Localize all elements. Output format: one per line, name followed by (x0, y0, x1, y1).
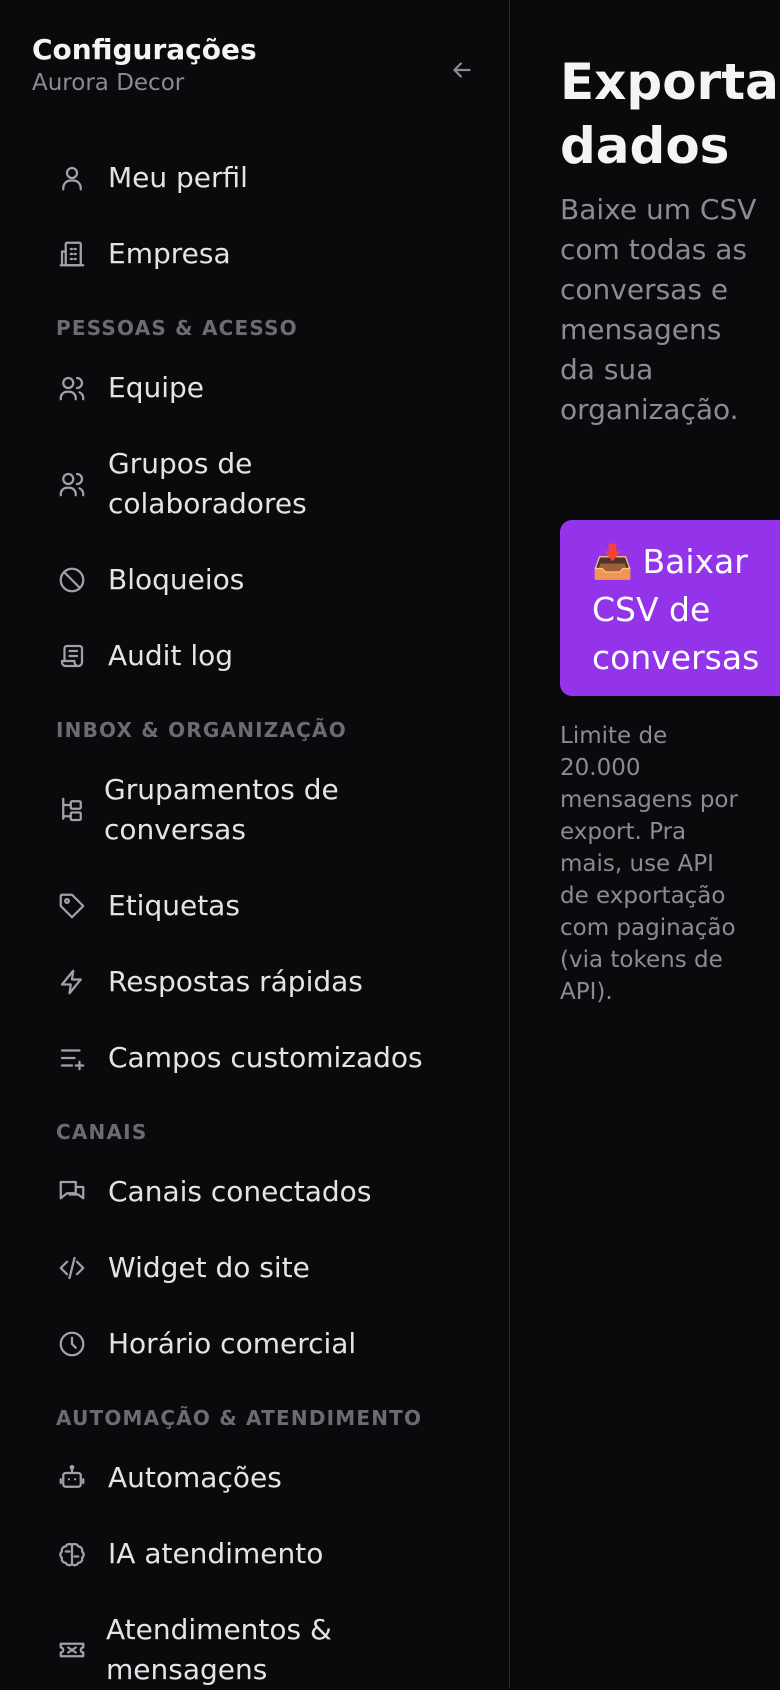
code-icon (56, 1252, 88, 1284)
download-csv-label-line3: conversas (592, 638, 760, 677)
page-title-line1: Exportar (560, 53, 780, 111)
sidebar-item-label-line2: mensagens (106, 1653, 268, 1686)
sidebar-title: Configurações (32, 33, 257, 66)
collapse-sidebar-button[interactable] (444, 52, 480, 88)
section-pessoas-acesso: PESSOAS & ACESSO (56, 316, 298, 340)
sidebar-item-label: Equipe (108, 371, 204, 404)
sidebar-item-label: Empresa (108, 237, 231, 270)
sidebar-item-label: IA atendimento (108, 1537, 324, 1570)
tag-icon (56, 890, 88, 922)
sidebar-item-label: Automações (108, 1461, 282, 1494)
section-automacao-atendimento: AUTOMAÇÃO & ATENDIMENTO (56, 1406, 423, 1430)
ban-icon (56, 564, 88, 596)
sidebar-item-campos-customizados[interactable]: Campos customizados (56, 1038, 423, 1078)
sidebar-item-label: Grupamentos de conversas (104, 770, 339, 850)
sidebar-item-label-line1: Grupos de (108, 447, 253, 480)
download-csv-label-line1: 📥 Baixar (592, 538, 780, 586)
sidebar-item-label: Bloqueios (108, 563, 245, 596)
sidebar-item-label: Widget do site (108, 1251, 310, 1284)
user-icon (56, 162, 88, 194)
sidebar-header: Configurações Aurora Decor (32, 32, 257, 98)
sidebar-item-label-line1: Atendimentos & (106, 1613, 332, 1646)
sidebar-item-grupamentos-de-conversas[interactable]: Grupamentos de conversas (56, 770, 339, 850)
messages-icon (56, 1176, 88, 1208)
sidebar-item-atendimentos-mensagens[interactable]: Atendimentos & mensagens (56, 1610, 332, 1690)
sidebar-item-label: Atendimentos & mensagens (106, 1610, 332, 1690)
hierarchy-icon (56, 794, 88, 826)
inbox-tray-icon: 📥 (592, 542, 634, 581)
settings-sidebar: Configurações Aurora Decor Meu perfil Em… (0, 0, 510, 1688)
ticket-icon (56, 1634, 88, 1666)
sidebar-item-meu-perfil[interactable]: Meu perfil (56, 158, 248, 198)
bolt-icon (56, 966, 88, 998)
organization-name: Aurora Decor (32, 70, 185, 96)
sidebar-item-label-line1: Grupamentos de (104, 773, 339, 806)
sidebar-item-ia-atendimento[interactable]: IA atendimento (56, 1534, 323, 1574)
clock-icon (56, 1328, 88, 1360)
page-description: Baixe um CSV com todas as conversas e me… (560, 193, 757, 426)
section-canais: CANAIS (56, 1120, 148, 1144)
sidebar-item-empresa[interactable]: Empresa (56, 234, 231, 274)
section-inbox-organizacao: INBOX & ORGANIZAÇÃO (56, 718, 347, 742)
sidebar-item-label: Horário comercial (108, 1327, 357, 1360)
sidebar-item-label-line2: colaboradores (108, 487, 307, 520)
sidebar-item-widget-do-site[interactable]: Widget do site (56, 1248, 310, 1288)
sidebar-item-etiquetas[interactable]: Etiquetas (56, 886, 240, 926)
sidebar-item-label: Etiquetas (108, 889, 240, 922)
scroll-icon (56, 640, 88, 672)
users-icon (56, 372, 88, 404)
download-csv-label-line2: CSV de (592, 590, 711, 629)
export-limit-note: Limite de 20.000 mensagens por export. P… (560, 723, 738, 1005)
sidebar-item-label: Campos customizados (108, 1041, 423, 1074)
sidebar-item-label: Audit log (108, 639, 234, 672)
download-csv-button[interactable]: 📥 Baixar CSV de conversas (560, 520, 780, 696)
list-plus-icon (56, 1042, 88, 1074)
building-icon (56, 238, 88, 270)
sidebar-item-bloqueios[interactable]: Bloqueios (56, 560, 244, 600)
page-title: Exportar dados (560, 50, 780, 178)
sidebar-item-audit-log[interactable]: Audit log (56, 636, 233, 676)
sidebar-item-equipe[interactable]: Equipe (56, 368, 204, 408)
brain-icon (56, 1538, 88, 1570)
sidebar-item-label: Canais conectados (108, 1175, 372, 1208)
sidebar-item-automacoes[interactable]: Automações (56, 1458, 282, 1498)
download-csv-label-text1: Baixar (642, 542, 748, 581)
robot-icon (56, 1462, 88, 1494)
page-title-line2: dados (560, 117, 730, 175)
sidebar-item-grupos-de-colaboradores[interactable]: Grupos de colaboradores (56, 444, 307, 524)
sidebar-item-respostas-rapidas[interactable]: Respostas rápidas (56, 962, 363, 1002)
users-group-icon (56, 468, 88, 500)
sidebar-item-horario-comercial[interactable]: Horário comercial (56, 1324, 356, 1364)
sidebar-item-label: Grupos de colaboradores (108, 444, 307, 524)
sidebar-item-label: Respostas rápidas (108, 965, 363, 998)
sidebar-item-label: Meu perfil (108, 161, 248, 194)
arrow-left-icon (453, 62, 471, 78)
sidebar-item-label-line2: conversas (104, 813, 246, 846)
sidebar-item-canais-conectados[interactable]: Canais conectados (56, 1172, 371, 1212)
